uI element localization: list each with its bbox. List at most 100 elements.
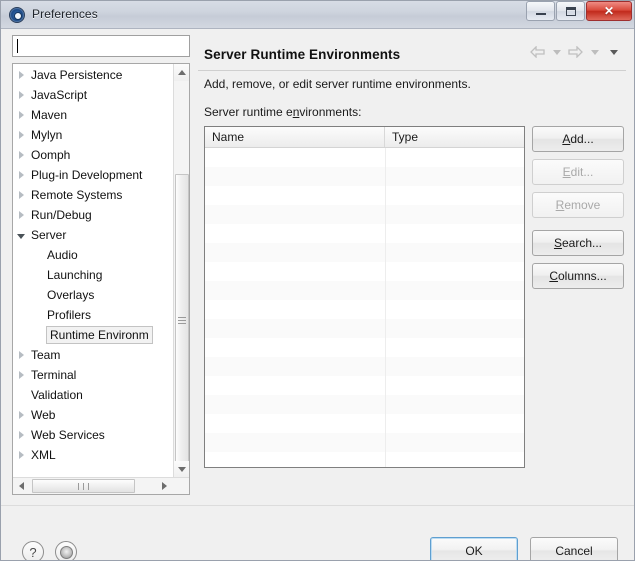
sidebar-item-mylyn[interactable]: Mylyn [13, 125, 175, 145]
table-row[interactable] [205, 186, 524, 205]
sidebar-item-label: Web [31, 408, 56, 422]
scroll-left-arrow-icon[interactable] [13, 478, 30, 494]
minimize-button[interactable] [526, 1, 555, 21]
tree-collapsed-arrow-icon[interactable] [13, 151, 29, 159]
button-label: olumns... [557, 269, 607, 283]
search-button[interactable]: Search... [532, 230, 624, 256]
table-row[interactable] [205, 395, 524, 414]
dialog-footer: ? OK Cancel [0, 505, 635, 561]
sidebar-item-label: Java Persistence [31, 68, 123, 82]
tree-collapsed-arrow-icon[interactable] [13, 351, 29, 359]
scroll-down-arrow-icon[interactable] [174, 461, 189, 478]
runtime-environments-table[interactable]: Name Type [204, 126, 525, 468]
sidebar-item-plug-in-development[interactable]: Plug-in Development [13, 165, 175, 185]
table-row[interactable] [205, 357, 524, 376]
sidebar-item-label: Validation [31, 388, 83, 402]
column-header-name[interactable]: Name [205, 127, 385, 147]
table-row[interactable] [205, 376, 524, 395]
table-row[interactable] [205, 300, 524, 319]
tree-collapsed-arrow-icon[interactable] [13, 451, 29, 459]
table-row[interactable] [205, 243, 524, 262]
window-controls: ✕ [525, 1, 632, 21]
table-row[interactable] [205, 167, 524, 186]
target-icon[interactable] [55, 541, 77, 561]
sidebar-item-label: Oomph [31, 148, 71, 162]
column-header-type[interactable]: Type [385, 127, 524, 147]
table-label-pre: Server runtime e [204, 105, 293, 119]
table-row[interactable] [205, 414, 524, 433]
horizontal-scroll-thumb[interactable] [32, 479, 135, 493]
add-button[interactable]: Add... [532, 126, 624, 152]
sidebar-item-oomph[interactable]: Oomph [13, 145, 175, 165]
tree-collapsed-arrow-icon[interactable] [13, 191, 29, 199]
sidebar-item-audio[interactable]: Audio [13, 245, 175, 265]
tree-collapsed-arrow-icon[interactable] [13, 431, 29, 439]
tree-vertical-scrollbar[interactable] [173, 64, 189, 478]
restore-button[interactable] [556, 1, 585, 21]
tree-collapsed-arrow-icon[interactable] [13, 411, 29, 419]
back-menu-chevron-down-icon[interactable] [548, 43, 565, 61]
tree-collapsed-arrow-icon[interactable] [13, 111, 29, 119]
back-arrow-icon[interactable] [529, 43, 546, 61]
preferences-page: Server Runtime Environments Add, remove,… [196, 33, 629, 499]
button-label: earch... [561, 236, 603, 250]
ok-button[interactable]: OK [430, 537, 518, 561]
sidebar-item-label: Profilers [47, 308, 92, 322]
tree-collapsed-arrow-icon[interactable] [13, 91, 29, 99]
sidebar-item-label: Launching [47, 268, 103, 282]
sidebar-item-label: Web Services [31, 428, 105, 442]
preferences-dialog: Preferences ✕ Java Persistence JavaScript… [0, 0, 635, 561]
table-row[interactable] [205, 148, 524, 167]
help-icon[interactable]: ? [22, 541, 44, 561]
forward-arrow-icon[interactable] [567, 43, 584, 61]
table-row[interactable] [205, 433, 524, 452]
sidebar-item-validation[interactable]: Validation [13, 385, 175, 405]
tree-collapsed-arrow-icon[interactable] [13, 371, 29, 379]
view-menu-chevron-down-icon[interactable] [605, 43, 622, 61]
sidebar-item-launching[interactable]: Launching [13, 265, 175, 285]
sidebar-item-maven[interactable]: Maven [13, 105, 175, 125]
sidebar-item-java-persistence[interactable]: Java Persistence [13, 65, 175, 85]
close-button[interactable]: ✕ [586, 1, 632, 21]
sidebar-item-run-debug[interactable]: Run/Debug [13, 205, 175, 225]
column-separator [385, 148, 386, 467]
forward-menu-chevron-down-icon[interactable] [586, 43, 603, 61]
vertical-scroll-thumb[interactable] [175, 174, 189, 467]
table-row[interactable] [205, 319, 524, 338]
sidebar-item-terminal[interactable]: Terminal [13, 365, 175, 385]
columns-button[interactable]: Columns... [532, 263, 624, 289]
sidebar-item-label: Plug-in Development [31, 168, 143, 182]
tree-collapsed-arrow-icon[interactable] [13, 71, 29, 79]
sidebar-item-overlays[interactable]: Overlays [13, 285, 175, 305]
tree-horizontal-scrollbar[interactable] [13, 477, 189, 494]
sidebar-item-label: Mylyn [31, 128, 63, 142]
scroll-right-arrow-icon[interactable] [156, 478, 173, 494]
tree-expanded-arrow-icon[interactable] [13, 232, 29, 239]
tree-collapsed-arrow-icon[interactable] [13, 131, 29, 139]
sidebar-item-web-services[interactable]: Web Services [13, 425, 175, 445]
table-row[interactable] [205, 338, 524, 357]
tree-collapsed-arrow-icon[interactable] [13, 171, 29, 179]
sidebar-item-team[interactable]: Team [13, 345, 175, 365]
scroll-up-arrow-icon[interactable] [174, 64, 189, 81]
table-row[interactable] [205, 262, 524, 281]
button-label: emove [564, 198, 601, 212]
sidebar-item-web[interactable]: Web [13, 405, 175, 425]
table-row[interactable] [205, 452, 524, 467]
sidebar-item-remote-systems[interactable]: Remote Systems [13, 185, 175, 205]
cancel-button[interactable]: Cancel [530, 537, 618, 561]
sidebar-item-xml[interactable]: XML [13, 445, 175, 465]
sidebar-item-label: Remote Systems [31, 188, 123, 202]
tree-collapsed-arrow-icon[interactable] [13, 211, 29, 219]
table-row[interactable] [205, 205, 524, 224]
scroll-grip-icon [76, 482, 91, 490]
sidebar-item-javascript[interactable]: JavaScript [13, 85, 175, 105]
page-title: Server Runtime Environments [204, 46, 401, 62]
sidebar-item-profilers[interactable]: Profilers [13, 305, 175, 325]
table-row[interactable] [205, 281, 524, 300]
search-input[interactable] [18, 37, 183, 55]
filter-box[interactable] [12, 35, 190, 57]
sidebar-item-server[interactable]: Server [13, 225, 175, 245]
table-row[interactable] [205, 224, 524, 243]
sidebar-item-runtime-environm[interactable]: Runtime Environm [13, 325, 175, 345]
